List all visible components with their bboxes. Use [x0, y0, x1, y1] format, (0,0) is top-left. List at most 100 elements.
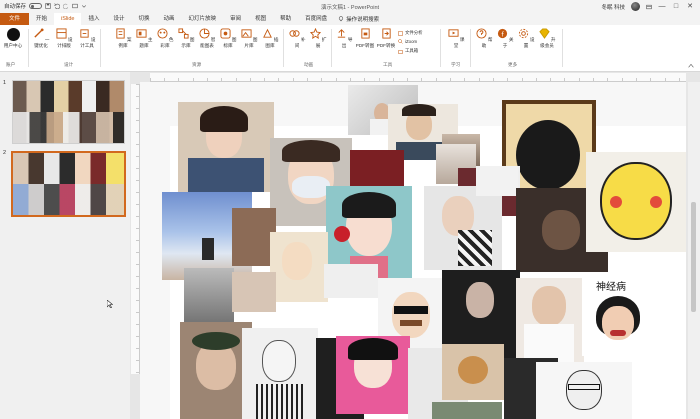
autosave-toggle[interactable] [29, 3, 43, 9]
thumbnail-collage-row [13, 184, 124, 215]
izoom-button[interactable]: iZoom [398, 39, 417, 44]
file-analysis-label: 文件分析 [405, 30, 423, 35]
face-shape [466, 282, 494, 318]
color-library-button[interactable]: 色彩库 [155, 28, 175, 48]
toolbox-button[interactable]: 工具箱 [398, 48, 418, 54]
design-tools-button[interactable]: 设计工具 [77, 28, 97, 48]
tween-button[interactable]: 补间 [287, 28, 307, 48]
theme-library-button[interactable]: 主题库 [134, 28, 154, 48]
tell-me-search[interactable]: 操作说明搜索 [334, 15, 383, 23]
horizontal-ruler [150, 73, 686, 82]
tab-review[interactable]: 审阅 [223, 13, 248, 25]
account-button-label: 用户中心 [3, 43, 23, 48]
ribbon-separator [283, 29, 284, 67]
undo-icon[interactable] [54, 3, 61, 9]
classroom-icon [448, 29, 459, 37]
smart-chart-button[interactable]: 智能图表 [197, 28, 217, 48]
gear-icon [518, 28, 528, 39]
tab-view[interactable]: 视图 [248, 13, 273, 25]
photo-pikachu[interactable] [586, 152, 686, 252]
photo-beige[interactable] [232, 272, 276, 312]
tab-slideshow[interactable]: 幻灯片放映 [182, 13, 224, 25]
info-icon: f [497, 28, 507, 38]
about-button[interactable]: f 关于 [495, 28, 515, 48]
tab-islide[interactable]: iSlide [54, 12, 82, 26]
user-name[interactable]: 冬眠 科技 [601, 3, 625, 11]
help-button[interactable]: 帮助 [474, 28, 494, 48]
design-layout-button[interactable]: 设计排版 [54, 28, 74, 48]
photo-girl-peace-sign[interactable] [178, 102, 274, 192]
photo-sketch-man[interactable] [242, 328, 318, 419]
ribbon-separator [440, 29, 441, 67]
illustration-library-button[interactable]: 插图库 [260, 28, 280, 48]
present-icon[interactable] [72, 3, 78, 9]
settings-button[interactable]: 设置 [516, 28, 536, 48]
slide-editing-area[interactable]: 神经病 [140, 82, 686, 419]
cartoon-head [516, 120, 580, 190]
ribbon-display-icon[interactable] [646, 4, 652, 10]
avatar[interactable] [631, 2, 640, 11]
diagram-library-button[interactable]: 图示库 [176, 28, 196, 48]
pdf-to-image-button[interactable]: PDF转图 [355, 28, 375, 48]
close-button[interactable]: ✕ [686, 3, 694, 11]
slide-thumbnail-2[interactable] [11, 151, 126, 217]
tab-baidu[interactable]: 百度网盘 [298, 13, 334, 25]
mask-shape [292, 176, 330, 198]
star-icon [309, 27, 321, 40]
collapse-ribbon-icon[interactable] [688, 63, 694, 68]
cheek-shape [650, 196, 662, 208]
case-library-button[interactable]: 案例库 [113, 28, 133, 48]
theme-icon [136, 29, 147, 38]
hair-shape [282, 140, 340, 162]
picture-icon [241, 29, 252, 38]
tab-help[interactable]: 帮助 [273, 13, 298, 25]
tab-insert[interactable]: 插入 [81, 13, 106, 25]
photo-glasses-man[interactable] [536, 362, 632, 419]
photo-bottom-green[interactable] [432, 402, 502, 419]
export-button[interactable]: 导出 [334, 28, 354, 48]
photo-girl-cup[interactable] [424, 186, 502, 270]
photo-white-legs[interactable] [476, 166, 518, 196]
vertical-ruler [131, 84, 140, 374]
tab-design[interactable]: 设计 [107, 13, 132, 25]
pdf-convert-label: PDF转换 [376, 42, 396, 48]
tab-home[interactable]: 开始 [29, 13, 54, 25]
dog-shape [458, 356, 488, 384]
ribbon-separator [28, 29, 29, 67]
account-button[interactable]: 用户中心 [2, 28, 24, 49]
customize-icon[interactable] [81, 3, 87, 9]
ribbon-separator [100, 29, 101, 67]
tab-animations[interactable]: 动画 [157, 13, 182, 25]
photo-red-block[interactable] [350, 150, 404, 190]
tab-transitions[interactable]: 切换 [132, 13, 157, 25]
picture-library-button[interactable]: 图片库 [239, 28, 259, 48]
photo-meme-face[interactable]: 神经病 [582, 278, 654, 356]
slide-thumbnail-1[interactable] [12, 80, 125, 144]
ribbon-tabs: 文件 开始 iSlide 插入 设计 切换 动画 幻灯片放映 审阅 视图 帮助 … [0, 12, 700, 26]
icon-library-button[interactable]: 图标库 [218, 28, 238, 48]
photo-white-boy[interactable] [324, 264, 378, 298]
save-icon[interactable] [45, 3, 51, 9]
pdf-convert-button[interactable]: PDF转换 [376, 28, 396, 48]
zoom-icon [398, 39, 403, 44]
minimize-button[interactable]: — [658, 3, 666, 11]
photo-dog[interactable] [442, 344, 504, 400]
photo-sketch-boy[interactable] [270, 232, 328, 302]
upgrade-button[interactable]: 升级会员 [537, 28, 557, 48]
tab-file[interactable]: 文件 [0, 13, 30, 25]
hair-shape [200, 106, 248, 132]
maximize-button[interactable]: □ [672, 3, 680, 11]
extend-button[interactable]: 扩展 [308, 27, 328, 48]
scrollbar-thumb[interactable] [691, 202, 696, 312]
photo-pink-girl[interactable] [336, 336, 410, 414]
vertical-scrollbar[interactable] [688, 82, 700, 419]
file-analysis-button[interactable]: 文件分析 [398, 30, 423, 36]
photo-boy-white-shirt[interactable] [516, 278, 584, 362]
meme-caption: 神经病 [596, 282, 626, 293]
redo-icon[interactable] [63, 3, 69, 9]
classroom-button[interactable]: 课堂 [446, 28, 466, 48]
izoom-label: iZoom [405, 39, 418, 44]
ribbon-separator [562, 29, 563, 67]
mustache-shape [400, 320, 422, 326]
one-click-optimize-button[interactable]: 一键优化 [31, 28, 51, 48]
